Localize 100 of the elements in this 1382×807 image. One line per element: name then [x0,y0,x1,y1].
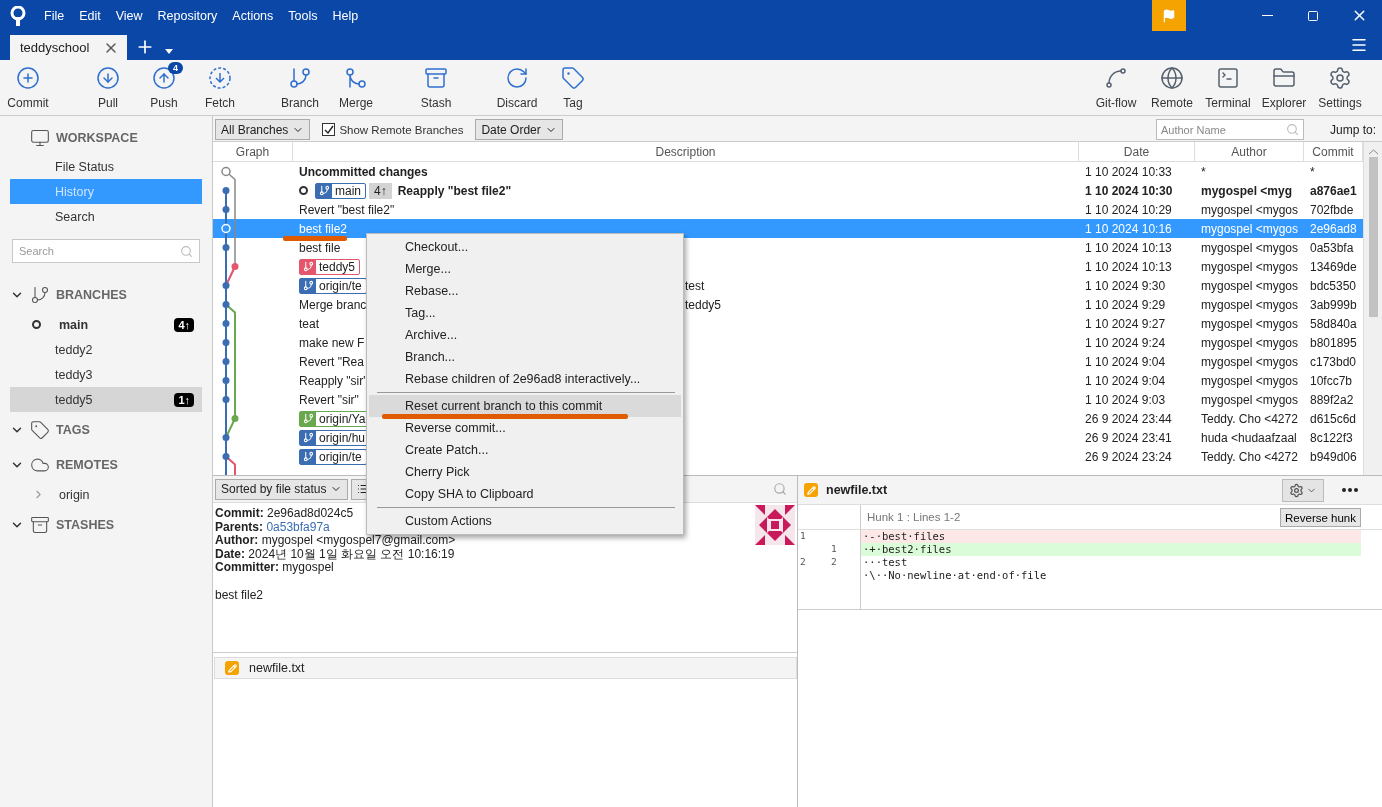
count-badge: 4 [168,61,183,74]
menu-item[interactable]: Tools [288,8,318,23]
menu-item[interactable]: Checkout... [369,236,681,258]
remote-item[interactable]: origin [10,482,202,507]
menu-item[interactable]: Archive... [369,324,681,346]
toolbar-button[interactable]: Stash [408,65,464,110]
commit-hash-cell-text: * [1309,164,1316,179]
date-cell-text: 1 10 2024 9:29 [1084,297,1167,312]
menu-item[interactable]: Merge... [369,258,681,280]
column-header[interactable]: Author [1195,142,1304,161]
commit-message: Uncommitted changes [299,164,428,179]
date-cell-text: 26 9 2024 23:24 [1084,449,1173,464]
commit-detail: Commit: 2e96ad8d024c5 [215,507,354,521]
toolbar-button[interactable]: Commit [0,65,56,110]
toolbar-button[interactable]: Discard [489,65,545,110]
scrollbar[interactable] [1363,142,1382,475]
repo-tab[interactable]: teddyschool [10,35,128,60]
menu-item[interactable]: Repository [157,8,218,23]
reverse-hunk-button[interactable]: Reverse hunk [1280,508,1361,527]
file-row[interactable]: newfile.txt [214,657,797,679]
date-cell-text: 1 10 2024 9:04 [1084,373,1167,388]
commit-message: Revert "sir" [299,392,359,407]
date-cell-text: 1 10 2024 9:04 [1084,354,1167,369]
section-title: WORKSPACE [56,131,138,145]
column-header[interactable]: Graph [213,142,293,161]
menu-item[interactable]: Cherry Pick [369,461,681,483]
author-cell-text: mygospel <mygos [1200,278,1300,293]
branch-tag: origin/te [299,277,367,294]
author-search-field[interactable]: Author Name [1155,119,1304,140]
local-branch-row[interactable]: teddy3 [10,362,202,387]
toolbar-button[interactable]: Merge [328,65,384,110]
toolbar-button[interactable]: Settings [1312,65,1368,110]
date-cell-text: 1 10 2024 10:16 [1084,221,1173,236]
scrollbar-thumb[interactable] [1368,157,1378,317]
head-marker-icon [32,320,41,329]
branch-tag: teddy5 [299,258,361,275]
menu-item[interactable]: Rebase... [369,280,681,302]
settings-dropdown[interactable] [1282,478,1324,502]
branch-label: teddy2 [55,342,93,357]
toolbar-button[interactable]: Tag [545,65,601,110]
local-branch-row[interactable]: teddy5 1↑ [10,387,202,412]
app-logo [10,5,26,26]
branches-dropdown[interactable]: All Branches [215,119,311,140]
commit-hash-cell-text: a876ae1 [1309,183,1358,198]
merge-icon [344,65,368,90]
toolbar-button[interactable]: Remote [1144,65,1200,110]
menu-icon [1350,36,1368,54]
menu-item[interactable]: Create Patch... [369,439,681,461]
menu-item[interactable]: File [44,8,65,23]
local-branch-row[interactable]: main 4↑ [10,312,202,337]
parent-link[interactable]: 0a53bfa97a [266,519,330,534]
scroll-up-icon[interactable] [1368,149,1378,155]
menu-item[interactable]: Reset current branch to this commit [369,395,681,417]
more-button[interactable] [1342,488,1358,492]
commit-node [222,244,230,251]
commit-hash-cell-text: 10fcc7b [1309,373,1354,388]
plus-circle-icon [16,65,40,90]
author-cell-text: mygospel <mygos [1200,221,1300,236]
ahead-count: 4↑ [174,317,194,332]
sort-dropdown[interactable]: Sorted by file status [215,478,349,500]
commit-detail: Committer: mygospel [215,561,334,575]
sidebar-item[interactable]: File Status [10,154,202,179]
search-icon [1285,123,1299,136]
commit-hash-cell-text: b949d06 [1309,449,1358,464]
sidebar-item[interactable]: Search [10,204,202,229]
menu-item[interactable]: Branch... [369,346,681,368]
menu-item[interactable]: View [115,8,143,23]
commit-message: best file2 [215,588,265,602]
menu-item[interactable]: Help [332,8,359,23]
commit-hash-cell-text: 3ab999b [1309,297,1358,312]
column-header[interactable]: Date [1079,142,1195,161]
toolbar-button[interactable]: Explorer [1256,65,1312,110]
menu-item[interactable]: Tag... [369,302,681,324]
author-cell-text: Teddy. Cho <4272 [1200,411,1299,426]
toolbar-button[interactable]: Pull [80,65,136,110]
remote-branches-checkbox[interactable]: Show Remote Branches [316,123,470,136]
menu-item[interactable]: Rebase children of 2e96ad8 interactively... [369,368,681,390]
branch-tag: origin/te [299,448,367,465]
column-header[interactable]: Description [293,142,1079,161]
settings-icon [1328,65,1352,90]
commit-hash-cell-text: d615c6d [1309,411,1358,426]
toolbar-button[interactable]: Fetch [192,65,248,110]
toolbar-button[interactable]: Git-flow [1088,65,1144,110]
commit-node [222,358,230,365]
tab-list-button[interactable] [165,49,174,54]
local-branch-row[interactable]: teddy2 [10,337,202,362]
order-dropdown[interactable]: Date Order [475,119,563,140]
menu-item[interactable]: Actions [232,8,274,23]
commit-hash-cell-text: 13469de [1309,259,1358,274]
commit-message: test [685,278,705,293]
toolbar-button[interactable]: Terminal [1200,65,1256,110]
menu-item[interactable]: Copy SHA to Clipboard [369,483,681,505]
menu-button[interactable] [1350,36,1368,54]
menu-item[interactable]: Reverse commit... [369,417,681,439]
author-cell-text: mygospel <myg [1200,183,1294,198]
branch-icon [318,185,330,196]
branch-label: main [59,317,89,332]
menu-item[interactable]: Edit [79,8,101,23]
toolbar-button[interactable]: Branch [272,65,328,110]
menu-item[interactable]: Custom Actions [369,510,681,532]
